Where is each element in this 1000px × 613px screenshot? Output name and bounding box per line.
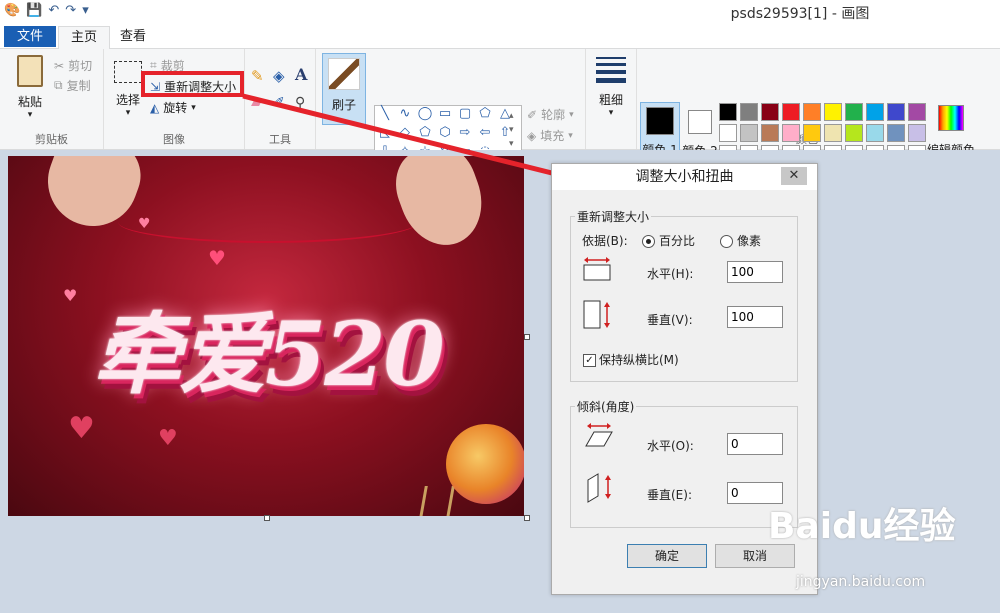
baidu-watermark-url: jingyan.baidu.com (796, 574, 926, 590)
pixels-radio[interactable]: 像素 (720, 232, 761, 249)
resize-horizontal-input[interactable] (727, 261, 783, 283)
resize-vertical-label: 垂直(V): (647, 313, 693, 327)
skew-horizontal-label: 水平(O): (647, 439, 694, 453)
keep-ratio-checkbox[interactable]: ✓ 保持纵横比(M) (583, 351, 679, 368)
radio-unchecked-icon (720, 235, 733, 248)
by-label: 依据(B): (582, 234, 628, 248)
radio-checked-icon (642, 235, 655, 248)
checkmark-icon: ✓ (583, 354, 596, 367)
vertical-resize-icon (583, 300, 610, 329)
resize-horizontal-label: 水平(H): (647, 267, 694, 281)
percent-radio[interactable]: 百分比 (642, 232, 695, 249)
baidu-watermark: Baidu经验 (768, 506, 956, 547)
skew-legend: 倾斜(角度) (577, 400, 635, 414)
skew-vertical-label: 垂直(E): (647, 488, 692, 502)
horizontal-skew-icon (585, 423, 613, 447)
resize-vertical-input[interactable] (727, 306, 783, 328)
dialog-title: 调整大小和扭曲 (552, 164, 817, 190)
vertical-skew-icon (587, 473, 611, 503)
ok-button[interactable]: 确定 (627, 544, 707, 568)
skew-horizontal-input[interactable] (727, 433, 783, 455)
horizontal-resize-icon (583, 257, 611, 281)
resize-legend: 重新调整大小 (577, 210, 650, 224)
close-button[interactable]: ✕ (781, 167, 807, 185)
skew-fieldset: 倾斜(角度) (570, 398, 798, 528)
